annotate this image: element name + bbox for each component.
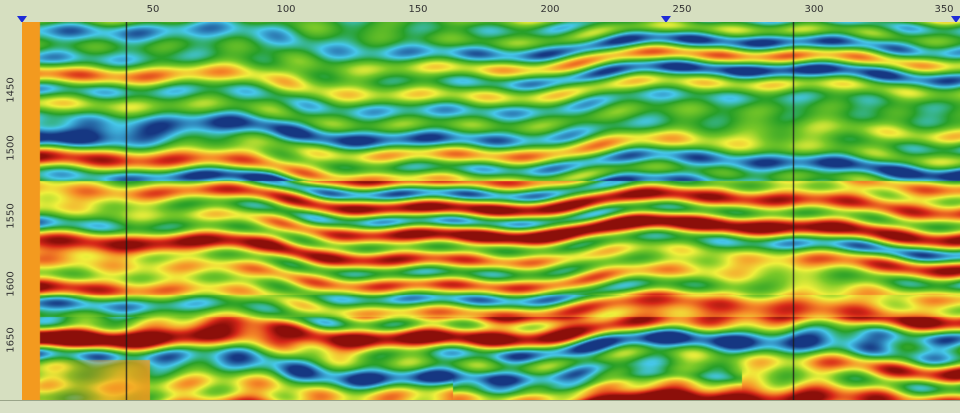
trace-tick-label: 100 (276, 4, 296, 15)
depth-tick-label: 1500 (5, 135, 17, 161)
depth-tick-label: 1650 (5, 327, 17, 353)
depth-tick-label: 1550 (5, 203, 17, 229)
depth-tick-label: 1600 (5, 271, 17, 297)
depth-tick-label: 1450 (5, 77, 17, 103)
trace-ruler: 50 100 150 200 250 300 350 (0, 0, 960, 23)
seismic-amplitude-canvas[interactable] (22, 22, 960, 400)
trace-tick-label: 250 (672, 4, 692, 15)
seismic-section[interactable] (22, 22, 960, 404)
depth-ruler: 1450 1500 1550 1600 1650 (0, 22, 23, 400)
trace-tick-label: 50 (146, 4, 160, 15)
bottom-scroll-strip[interactable] (0, 400, 960, 413)
trace-tick-label: 300 (804, 4, 824, 15)
trace-tick-label: 200 (540, 4, 560, 15)
trace-tick-label: 150 (408, 4, 428, 15)
trace-tick-label: 350 (934, 4, 954, 15)
